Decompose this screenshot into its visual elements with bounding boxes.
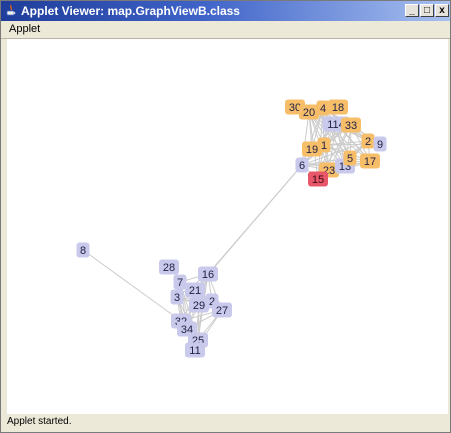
graph-node[interactable]: 21 bbox=[185, 282, 205, 298]
graph-node-label: 29 bbox=[193, 300, 205, 312]
graph-node-label: 3 bbox=[174, 292, 180, 304]
menu-applet[interactable]: Applet bbox=[9, 23, 40, 35]
graph-node-label: 27 bbox=[216, 305, 228, 317]
graph-node-label: 1 bbox=[321, 140, 327, 152]
status-text: Applet started. bbox=[7, 416, 72, 427]
graph-node-label: 2 bbox=[365, 136, 371, 148]
graph-node[interactable]: 3 bbox=[170, 289, 184, 305]
graph-node-label: 6 bbox=[299, 160, 305, 172]
graph-node[interactable]: 5 bbox=[343, 150, 357, 166]
graph-node-label: 16 bbox=[202, 269, 214, 281]
graph-node[interactable]: 28 bbox=[159, 259, 179, 275]
graph-node-label: 21 bbox=[189, 285, 201, 297]
status-bar: Applet started. bbox=[1, 414, 450, 432]
graph-node-label: 5 bbox=[347, 153, 353, 165]
graph-node-label: 4 bbox=[320, 103, 326, 115]
graph-node-label: 7 bbox=[177, 277, 183, 289]
graph-node[interactable]: 16 bbox=[198, 266, 218, 282]
title-bar[interactable]: Applet Viewer: map.GraphViewB.class _ □ … bbox=[1, 1, 450, 21]
applet-viewer-window: Applet Viewer: map.GraphViewB.class _ □ … bbox=[0, 0, 451, 433]
window-title: Applet Viewer: map.GraphViewB.class bbox=[21, 4, 240, 18]
graph-node[interactable]: 8 bbox=[76, 242, 90, 258]
close-button[interactable]: x bbox=[435, 4, 449, 17]
java-cup-icon bbox=[6, 4, 16, 16]
graph-node-label: 9 bbox=[377, 139, 383, 151]
graph-node[interactable]: 18 bbox=[328, 99, 348, 115]
graph-node[interactable]: 1 bbox=[317, 137, 331, 153]
graph-node[interactable]: 9 bbox=[373, 136, 387, 152]
graph-node-label: 20 bbox=[303, 107, 315, 119]
graph-node-label: 33 bbox=[345, 120, 357, 132]
graph-node[interactable]: 4 bbox=[316, 100, 330, 116]
graph-node-label: 28 bbox=[163, 262, 175, 274]
graph-view[interactable]: 30 20 4 18114 3319 1 2 96 23 135 171582816721329 22… bbox=[7, 39, 448, 421]
menu-bar: Applet bbox=[1, 21, 450, 39]
graph-node[interactable]: 15 bbox=[308, 171, 328, 187]
graph-node-label: 11 bbox=[189, 345, 200, 357]
minimize-button[interactable]: _ bbox=[405, 4, 419, 17]
graph-node[interactable]: 27 bbox=[212, 302, 232, 318]
graph-node-label: 18 bbox=[332, 102, 344, 114]
graph-node[interactable]: 33 bbox=[341, 117, 361, 133]
graph-node[interactable]: 2 bbox=[361, 133, 375, 149]
maximize-button[interactable]: □ bbox=[420, 4, 434, 17]
graph-node[interactable]: 20 bbox=[299, 104, 319, 120]
graph-node[interactable]: 17 bbox=[360, 153, 380, 169]
graph-node[interactable]: 11 bbox=[185, 342, 205, 358]
graph-canvas[interactable]: 30 20 4 18 114 33 19 1 2 9 6 23 13 5 17 15 8 28 16 7 21 3 29 2 2… bbox=[7, 39, 448, 421]
graph-nodes: 30 20 4 18114 3319 1 2 96 23 135 171582816721329 22… bbox=[76, 99, 387, 358]
graph-node-label: 17 bbox=[364, 156, 376, 168]
graph-node-label: 15 bbox=[312, 174, 324, 186]
graph-node-label: 8 bbox=[80, 245, 86, 257]
graph-node-label: 19 bbox=[306, 144, 318, 156]
graph-node[interactable]: 7 bbox=[173, 274, 187, 290]
graph-node[interactable]: 6 bbox=[295, 157, 309, 173]
